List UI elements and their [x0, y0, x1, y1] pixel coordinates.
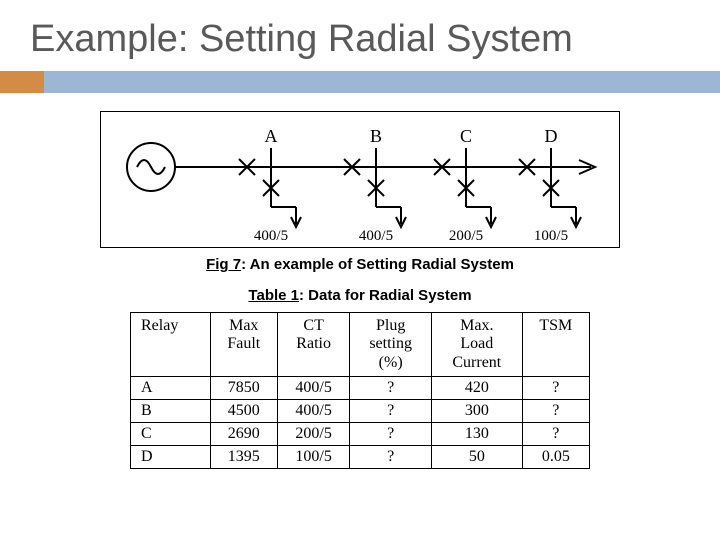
bus-b: B 400/5 — [344, 126, 406, 244]
cell-max-fault: 1395 — [210, 446, 277, 469]
cell-max-load: 420 — [431, 377, 522, 400]
table-row: A 7850 400/5 ? 420 ? — [131, 377, 590, 400]
cell-relay: D — [131, 446, 211, 469]
divider-bar — [44, 71, 720, 93]
cell-plug: ? — [350, 446, 432, 469]
bus-label: B — [370, 126, 382, 146]
cell-ct-ratio: 400/5 — [277, 400, 349, 423]
cell-ct-ratio: 400/5 — [277, 377, 349, 400]
cell-max-load: 300 — [431, 400, 522, 423]
bus-d: D 100/5 — [519, 126, 581, 244]
cell-max-fault: 2690 — [210, 423, 277, 446]
ct-ratio: 200/5 — [449, 228, 483, 244]
data-table: Relay MaxFault CTRatio Plugsetting(%) Ma… — [130, 312, 590, 469]
cell-tsm: ? — [522, 377, 589, 400]
bus-label: A — [265, 126, 278, 146]
figure-caption-text: : An example of Setting Radial System — [241, 256, 514, 273]
cell-plug: ? — [350, 423, 432, 446]
ct-ratio: 100/5 — [534, 228, 568, 244]
cell-relay: A — [131, 377, 211, 400]
bus-label: C — [460, 126, 472, 146]
col-ct-ratio: CTRatio — [277, 313, 349, 377]
cell-tsm: ? — [522, 400, 589, 423]
table-caption-text: : Data for Radial System — [299, 287, 472, 304]
table-row: D 1395 100/5 ? 50 0.05 — [131, 446, 590, 469]
cell-max-fault: 7850 — [210, 377, 277, 400]
slide: Example: Setting Radial System A — [0, 0, 720, 540]
table-row: C 2690 200/5 ? 130 ? — [131, 423, 590, 446]
col-max-load: Max.LoadCurrent — [431, 313, 522, 377]
table-caption: Table 1: Data for Radial System — [0, 287, 720, 304]
figure-box: A 400/5 B — [100, 111, 620, 248]
cell-relay: B — [131, 400, 211, 423]
cell-ct-ratio: 100/5 — [277, 446, 349, 469]
bus-a: A 400/5 — [239, 126, 301, 244]
table-header-row: Relay MaxFault CTRatio Plugsetting(%) Ma… — [131, 313, 590, 377]
radial-system-diagram: A 400/5 B — [101, 112, 621, 247]
col-plug: Plugsetting(%) — [350, 313, 432, 377]
col-max-fault: MaxFault — [210, 313, 277, 377]
cell-plug: ? — [350, 377, 432, 400]
col-relay: Relay — [131, 313, 211, 377]
cell-plug: ? — [350, 400, 432, 423]
figure-caption: Fig 7: An example of Setting Radial Syst… — [0, 256, 720, 273]
table-caption-label: Table 1 — [248, 287, 299, 304]
cell-tsm: 0.05 — [522, 446, 589, 469]
title-divider — [0, 71, 720, 93]
table-row: B 4500 400/5 ? 300 ? — [131, 400, 590, 423]
cell-max-fault: 4500 — [210, 400, 277, 423]
ct-ratio: 400/5 — [359, 228, 393, 244]
ct-ratio: 400/5 — [254, 228, 288, 244]
figure-caption-label: Fig 7 — [206, 256, 241, 273]
table-wrap: Relay MaxFault CTRatio Plugsetting(%) Ma… — [130, 312, 590, 469]
cell-tsm: ? — [522, 423, 589, 446]
page-title: Example: Setting Radial System — [0, 0, 720, 71]
cell-ct-ratio: 200/5 — [277, 423, 349, 446]
bus-c: C 200/5 — [434, 126, 496, 244]
cell-relay: C — [131, 423, 211, 446]
accent-block — [0, 71, 44, 93]
bus-label: D — [545, 126, 558, 146]
col-tsm: TSM — [522, 313, 589, 377]
cell-max-load: 130 — [431, 423, 522, 446]
cell-max-load: 50 — [431, 446, 522, 469]
